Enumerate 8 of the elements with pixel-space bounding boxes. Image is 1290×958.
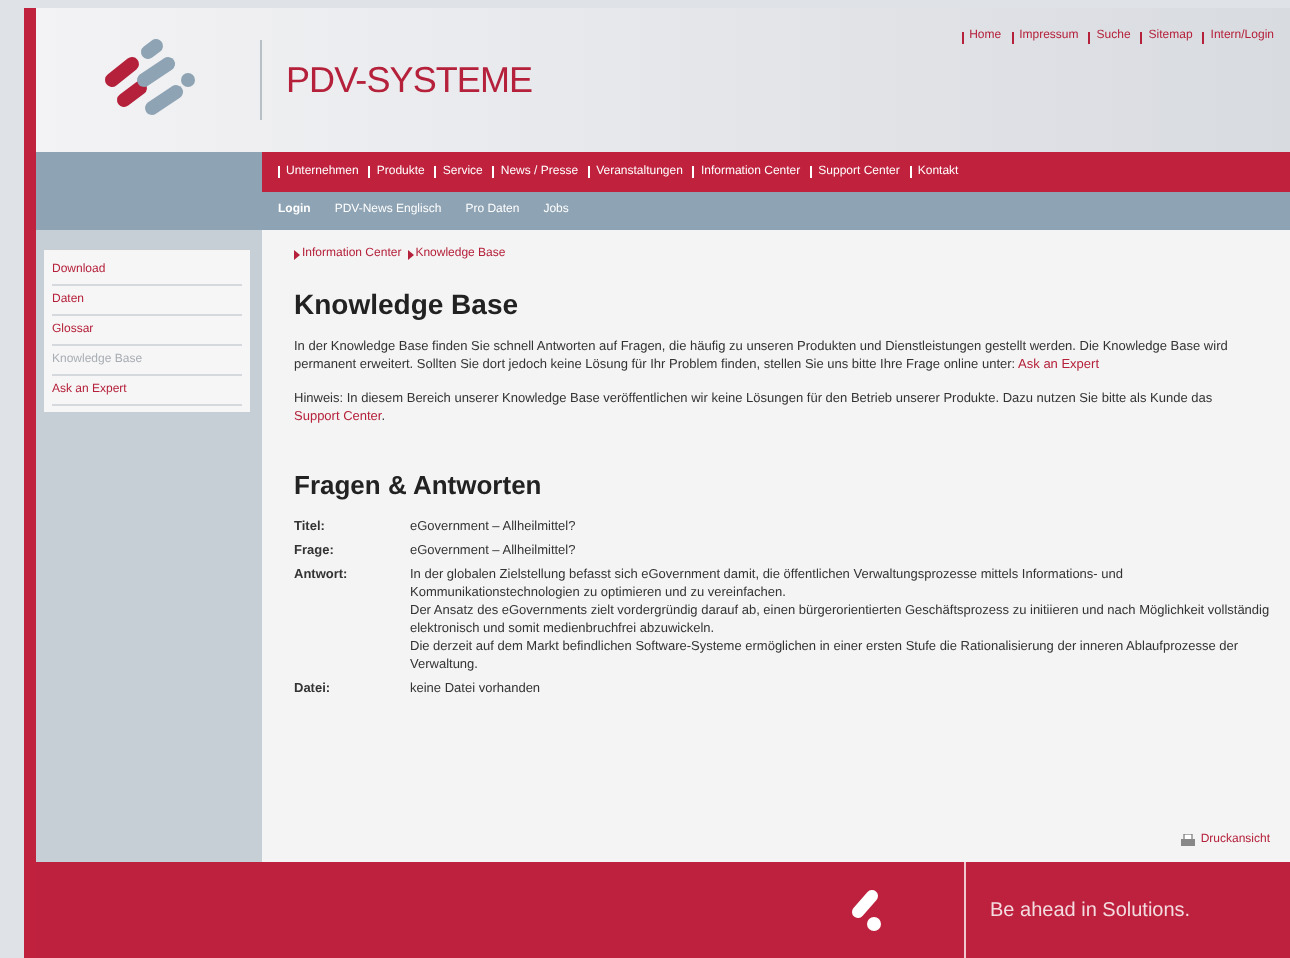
page-title: Knowledge Base <box>294 286 521 324</box>
footer-slogan: Be ahead in Solutions. <box>990 897 1191 925</box>
section-title: Fragen & Antworten <box>294 468 544 504</box>
triangle-icon <box>407 250 414 260</box>
printer-icon <box>1180 834 1197 848</box>
triangle-icon <box>294 250 300 260</box>
brand-name: PDV-SYSTEME <box>286 57 533 103</box>
logo-mark-icon <box>848 886 884 934</box>
